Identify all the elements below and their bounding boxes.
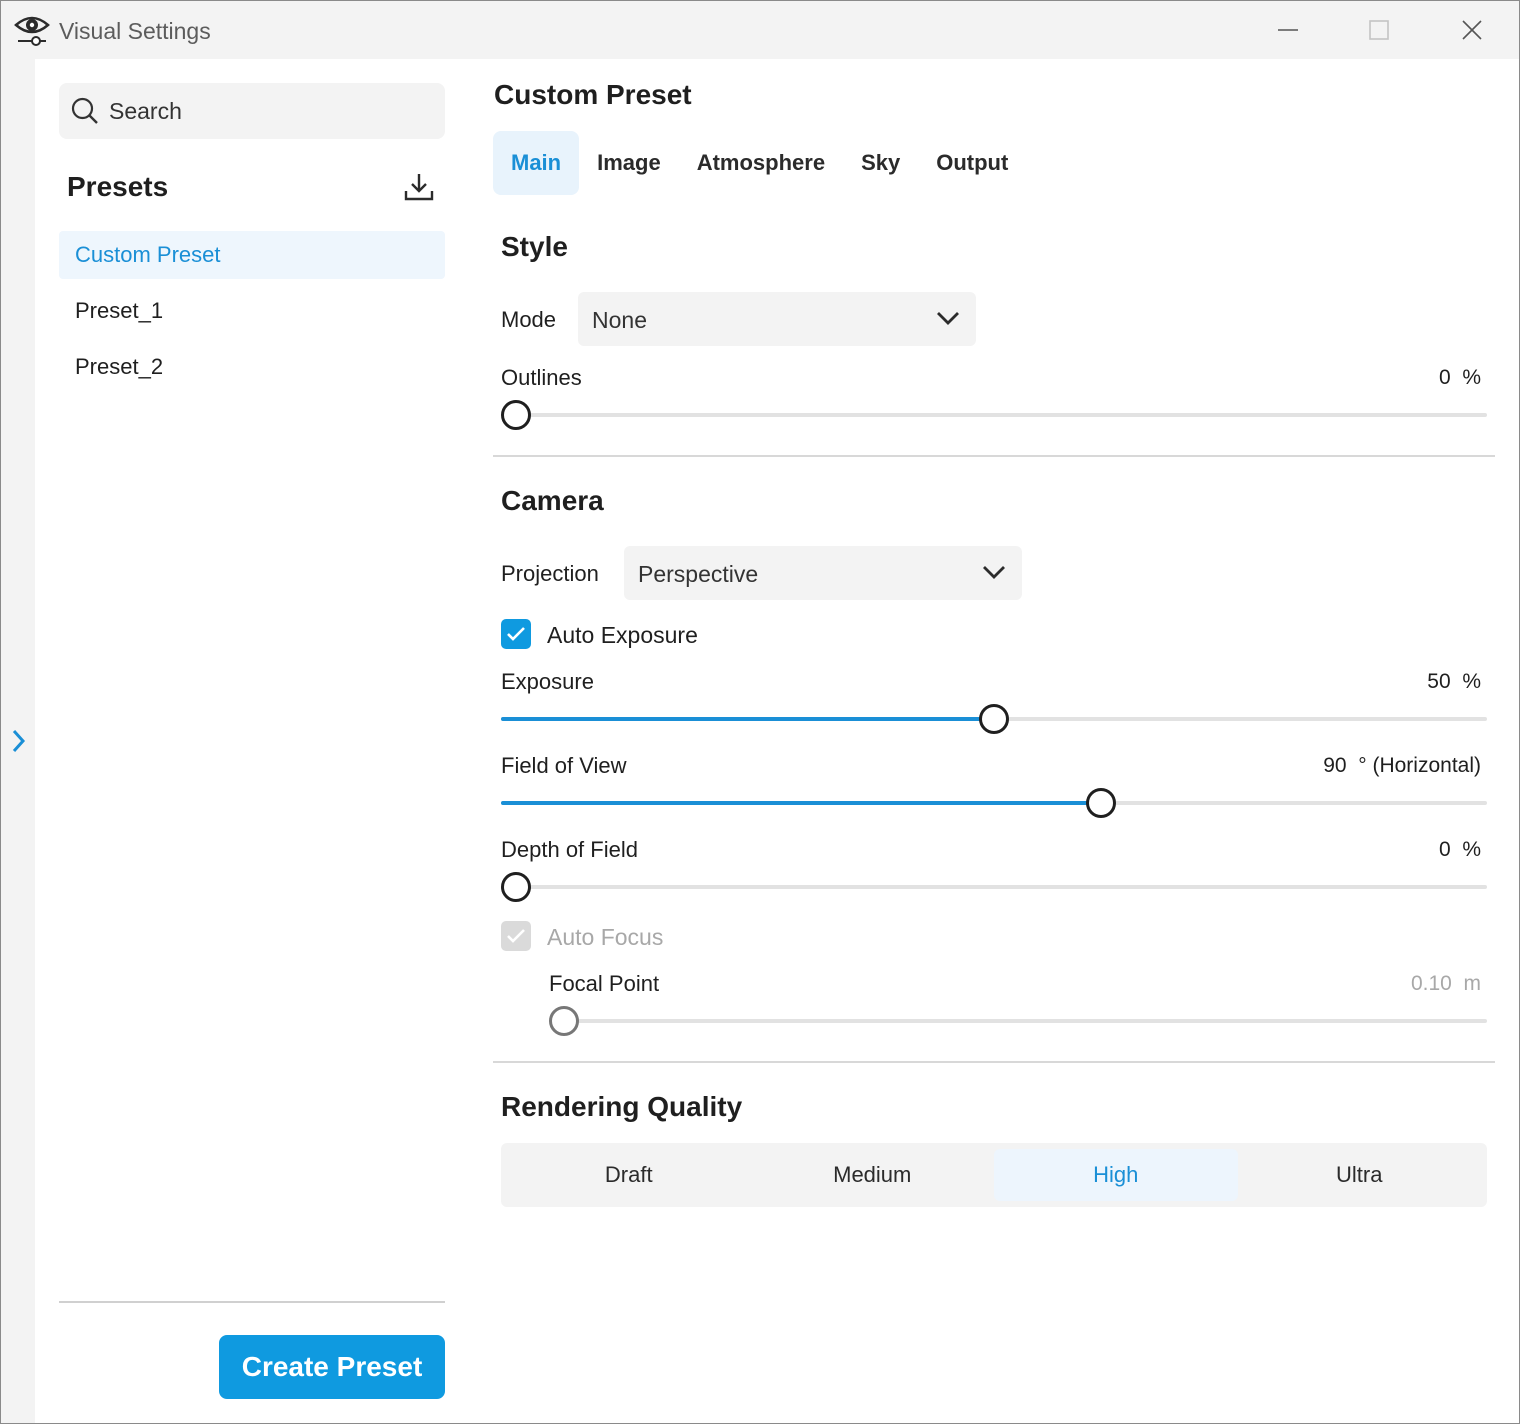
search-box[interactable]	[59, 83, 445, 139]
tab-sky[interactable]: Sky	[843, 131, 918, 195]
preset-item-preset-2[interactable]: Preset_2	[59, 343, 445, 391]
slider-thumb[interactable]	[501, 872, 531, 902]
close-button[interactable]	[1452, 15, 1492, 45]
depth-of-field-label: Depth of Field	[501, 837, 638, 862]
mode-label: Mode	[501, 307, 557, 332]
download-icon	[404, 174, 434, 201]
slider-thumb[interactable]	[1086, 788, 1117, 818]
outlines-label: Outlines	[501, 365, 582, 390]
section-divider	[493, 455, 1495, 457]
window-title: Visual Settings	[59, 18, 211, 44]
slider-thumb[interactable]	[979, 704, 1009, 734]
tab-bar: Main Image Atmosphere Sky Output	[493, 131, 1026, 195]
presets-heading: Presets	[67, 171, 169, 202]
page-title: Custom Preset	[494, 79, 692, 110]
checkmark-icon	[507, 929, 525, 943]
field-of-view-label: Field of View	[501, 753, 627, 778]
search-icon	[71, 97, 99, 130]
presets-sidebar: Presets Custom Preset Preset_1 Preset_2 …	[35, 59, 470, 1423]
chevron-down-icon	[936, 310, 960, 331]
slider-track	[501, 885, 1487, 889]
field-of-view-slider[interactable]	[501, 787, 1487, 819]
slider-track	[549, 1019, 1487, 1023]
exposure-value: 50 %	[1427, 670, 1481, 694]
maximize-button[interactable]	[1359, 15, 1399, 45]
chevron-down-icon	[982, 564, 1006, 585]
maximize-icon	[1369, 20, 1389, 40]
auto-focus-label[interactable]: Auto Focus	[547, 924, 663, 951]
field-of-view-value: 90 ° (Horizontal)	[1323, 754, 1481, 778]
tab-atmosphere[interactable]: Atmosphere	[679, 131, 843, 195]
depth-of-field-value: 0 %	[1439, 838, 1481, 862]
create-preset-button[interactable]: Create Preset	[219, 1335, 445, 1399]
focal-point-number: 0.10	[1410, 972, 1452, 995]
close-icon	[1462, 20, 1482, 40]
depth-of-field-slider[interactable]	[501, 871, 1487, 903]
visual-settings-window: Visual Settings Presets	[0, 0, 1520, 1424]
exposure-number: 50	[1427, 670, 1451, 693]
exposure-unit: %	[1462, 670, 1481, 693]
fov-unit: ° (Horizontal)	[1358, 754, 1481, 777]
focal-point-slider[interactable]	[549, 1005, 1487, 1037]
rendering-quality-selector: Draft Medium High Ultra	[501, 1143, 1487, 1207]
preset-list: Custom Preset Preset_1 Preset_2	[59, 231, 445, 399]
chevron-right-icon	[12, 729, 26, 753]
outlines-slider[interactable]	[501, 399, 1487, 431]
projection-selected-value: Perspective	[638, 561, 759, 587]
minimize-icon	[1278, 29, 1298, 31]
auto-exposure-label[interactable]: Auto Exposure	[547, 622, 698, 649]
checkmark-icon	[507, 627, 525, 641]
outlines-value: 0 %	[1439, 366, 1481, 390]
mode-selected-value: None	[592, 307, 647, 333]
slider-fill	[501, 717, 994, 721]
preset-item-custom-preset[interactable]: Custom Preset	[59, 231, 445, 279]
search-input[interactable]	[109, 93, 429, 129]
fov-number: 90	[1323, 754, 1347, 777]
outlines-number: 0	[1438, 366, 1451, 389]
auto-focus-checkbox[interactable]	[501, 921, 531, 951]
settings-panel: Custom Preset Main Image Atmosphere Sky …	[470, 59, 1519, 1423]
rendering-quality-title: Rendering Quality	[501, 1091, 743, 1122]
slider-thumb[interactable]	[549, 1006, 579, 1036]
sidebar-divider	[59, 1301, 445, 1303]
slider-thumb[interactable]	[501, 400, 531, 430]
collapsed-rail	[1, 59, 35, 1423]
camera-section-title: Camera	[501, 485, 604, 516]
expand-panel-button[interactable]	[9, 727, 29, 760]
auto-exposure-checkbox[interactable]	[501, 619, 531, 649]
quality-option-medium[interactable]: Medium	[751, 1149, 995, 1201]
dof-number: 0	[1438, 838, 1451, 861]
focal-point-label: Focal Point	[549, 971, 660, 996]
minimize-button[interactable]	[1268, 15, 1308, 45]
tab-main[interactable]: Main	[493, 131, 580, 195]
projection-dropdown[interactable]: Perspective	[624, 546, 1022, 600]
projection-label: Projection	[501, 561, 599, 586]
focal-point-value: 0.10 m	[1411, 972, 1481, 996]
import-preset-button[interactable]	[403, 171, 435, 208]
focal-point-unit: m	[1463, 972, 1482, 995]
slider-track	[501, 413, 1487, 417]
dof-unit: %	[1462, 838, 1481, 861]
quality-option-high[interactable]: High	[994, 1149, 1238, 1201]
preset-item-preset-1[interactable]: Preset_1	[59, 287, 445, 335]
exposure-slider[interactable]	[501, 703, 1487, 735]
quality-option-ultra[interactable]: Ultra	[1238, 1149, 1482, 1201]
mode-dropdown[interactable]: None	[578, 292, 976, 346]
tab-output[interactable]: Output	[918, 131, 1026, 195]
quality-option-draft[interactable]: Draft	[507, 1149, 751, 1201]
slider-fill	[501, 801, 1102, 805]
style-section-title: Style	[501, 231, 568, 262]
tab-image[interactable]: Image	[579, 131, 679, 195]
outlines-unit: %	[1462, 366, 1481, 389]
eye-settings-icon	[14, 13, 50, 47]
exposure-label: Exposure	[501, 669, 594, 694]
section-divider	[493, 1061, 1495, 1063]
title-bar[interactable]: Visual Settings	[1, 1, 1519, 59]
